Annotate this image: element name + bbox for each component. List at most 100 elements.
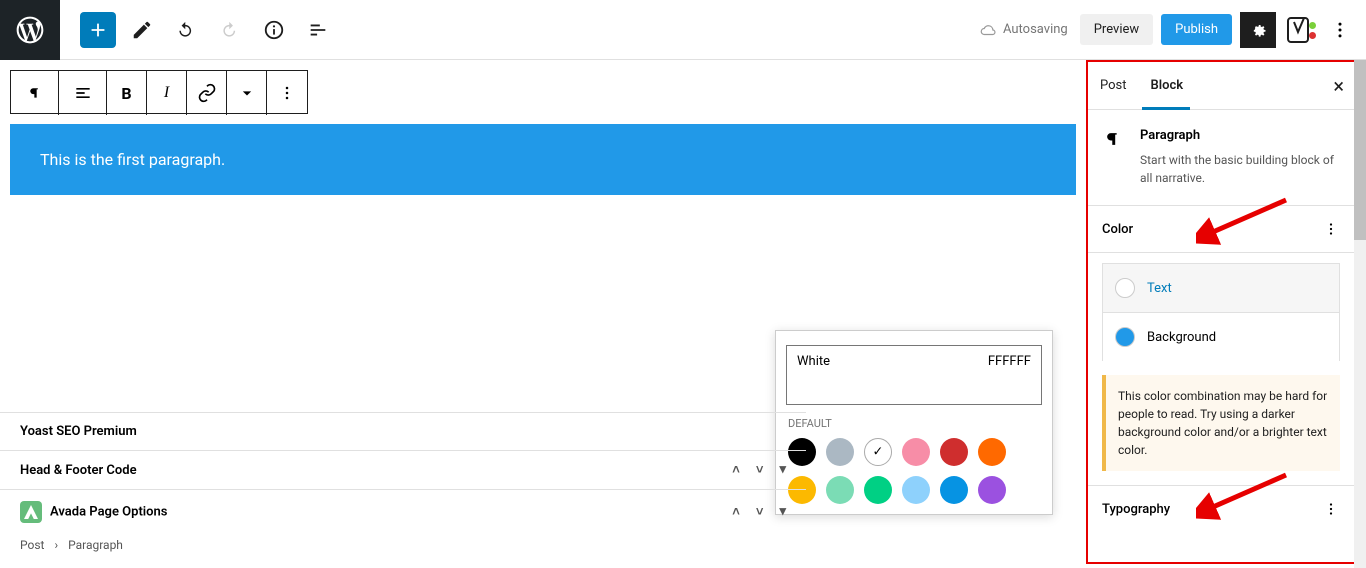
chevron-up-icon[interactable]: ˄ bbox=[732, 504, 740, 520]
breadcrumb-leaf[interactable]: Paragraph bbox=[68, 538, 123, 552]
undo-button[interactable] bbox=[168, 12, 204, 48]
more-formatting-button[interactable] bbox=[227, 71, 267, 115]
color-swatch[interactable] bbox=[826, 476, 854, 504]
color-swatch[interactable] bbox=[902, 438, 930, 466]
autosave-status: Autosaving bbox=[979, 21, 1068, 39]
color-swatch[interactable]: ✓ bbox=[864, 438, 892, 466]
block-toolbar: B I bbox=[10, 70, 308, 114]
block-desc-text: Start with the basic building block of a… bbox=[1140, 151, 1340, 187]
yoast-panel-label: Yoast SEO Premium bbox=[20, 424, 137, 439]
panel-controls: ˄ ˅ ▾ bbox=[732, 462, 786, 478]
info-icon bbox=[263, 19, 285, 41]
chevron-down-icon[interactable]: ˅ bbox=[756, 462, 764, 478]
block-title: Paragraph bbox=[1140, 128, 1340, 143]
bg-color-swatch bbox=[1115, 327, 1135, 347]
typography-panel-label: Typography bbox=[1102, 502, 1170, 517]
hf-panel-header[interactable]: Head & Footer Code ˄ ˅ ▾ bbox=[0, 450, 806, 489]
vertical-scrollbar[interactable] bbox=[1354, 60, 1366, 568]
preview-button[interactable]: Preview bbox=[1080, 14, 1153, 45]
cloud-icon bbox=[979, 21, 997, 39]
publish-button[interactable]: Publish bbox=[1161, 14, 1232, 45]
meta-panels: Yoast SEO Premium Head & Footer Code ˄ ˅… bbox=[0, 412, 806, 556]
typography-panel-header[interactable]: Typography bbox=[1088, 486, 1354, 532]
color-picker-popover: White FFFFFF DEFAULT ✓ bbox=[775, 330, 1053, 515]
outline-button[interactable] bbox=[300, 12, 336, 48]
editor-top-toolbar: Autosaving Preview Publish bbox=[0, 0, 1366, 60]
chevron-down-icon[interactable]: ˅ bbox=[756, 504, 764, 520]
breadcrumb-root[interactable]: Post bbox=[20, 538, 44, 552]
caret-icon[interactable]: ▾ bbox=[779, 462, 786, 478]
edit-mode-button[interactable] bbox=[124, 12, 160, 48]
link-icon bbox=[197, 83, 217, 103]
link-button[interactable] bbox=[187, 71, 227, 115]
bg-color-label: Background bbox=[1147, 330, 1216, 345]
color-swatches: ✓ bbox=[786, 438, 1042, 504]
panel-controls: ˄ ˅ ▾ bbox=[732, 504, 786, 520]
color-swatch[interactable] bbox=[978, 438, 1006, 466]
color-panel-header[interactable]: Color bbox=[1088, 206, 1354, 253]
text-color-swatch bbox=[1115, 278, 1135, 298]
color-swatch[interactable] bbox=[902, 476, 930, 504]
pencil-icon bbox=[131, 19, 153, 41]
color-swatch[interactable] bbox=[940, 476, 968, 504]
tab-block[interactable]: Block bbox=[1139, 64, 1196, 107]
color-swatch[interactable] bbox=[864, 476, 892, 504]
background-color-row[interactable]: Background bbox=[1102, 312, 1340, 361]
block-description: Paragraph Start with the basic building … bbox=[1088, 110, 1354, 206]
dots-vertical-icon bbox=[277, 83, 297, 103]
color-swatch[interactable] bbox=[940, 438, 968, 466]
close-sidebar-button[interactable]: × bbox=[1333, 74, 1344, 98]
paragraph-icon bbox=[25, 83, 45, 103]
paragraph-icon bbox=[1102, 128, 1124, 187]
default-palette-label: DEFAULT bbox=[788, 417, 1042, 430]
scroll-thumb[interactable] bbox=[1354, 60, 1366, 240]
paragraph-block[interactable]: This is the first paragraph. bbox=[10, 124, 1076, 195]
avada-panel-label: Avada Page Options bbox=[50, 504, 168, 519]
yoast-panel-header[interactable]: Yoast SEO Premium bbox=[0, 412, 806, 450]
block-more-button[interactable] bbox=[267, 71, 307, 115]
chevron-down-icon bbox=[237, 83, 257, 103]
align-left-icon bbox=[73, 83, 93, 103]
block-type-button[interactable] bbox=[11, 71, 59, 115]
hf-panel-label: Head & Footer Code bbox=[20, 463, 137, 478]
avada-icon bbox=[20, 501, 42, 523]
sidebar-tabs: Post Block × bbox=[1088, 62, 1354, 110]
block-settings-sidebar: Post Block × Paragraph Start with the ba… bbox=[1086, 60, 1356, 564]
wordpress-logo[interactable] bbox=[0, 0, 60, 60]
color-panel-label: Color bbox=[1102, 222, 1133, 237]
more-options-button[interactable] bbox=[1322, 12, 1358, 48]
bold-icon: B bbox=[121, 84, 131, 103]
color-panel-body: Text Background This color combination m… bbox=[1088, 253, 1354, 486]
list-icon bbox=[307, 19, 329, 41]
color-hex-value: FFFFFF bbox=[988, 354, 1031, 396]
italic-icon: I bbox=[164, 84, 169, 102]
color-hex-field[interactable]: White FFFFFF bbox=[786, 345, 1042, 405]
settings-button[interactable] bbox=[1240, 12, 1276, 48]
breadcrumb: Post › Paragraph bbox=[0, 534, 806, 556]
undo-icon bbox=[175, 19, 197, 41]
text-color-label: Text bbox=[1147, 281, 1172, 296]
tab-post[interactable]: Post bbox=[1088, 64, 1139, 107]
dots-vertical-icon[interactable] bbox=[1322, 500, 1340, 518]
autosave-label: Autosaving bbox=[1003, 22, 1068, 37]
italic-button[interactable]: I bbox=[147, 71, 187, 115]
bold-button[interactable]: B bbox=[107, 71, 147, 115]
contrast-warning: This color combination may be hard for p… bbox=[1102, 375, 1340, 471]
chevron-up-icon[interactable]: ˄ bbox=[732, 462, 740, 478]
avada-panel-header[interactable]: Avada Page Options ˄ ˅ ▾ bbox=[0, 489, 806, 534]
add-block-button[interactable] bbox=[80, 12, 116, 48]
editor-canvas: B I This is the first paragraph. White F… bbox=[0, 60, 1086, 568]
caret-icon[interactable]: ▾ bbox=[779, 504, 786, 520]
align-button[interactable] bbox=[59, 71, 107, 115]
details-button[interactable] bbox=[256, 12, 292, 48]
wordpress-icon bbox=[14, 14, 46, 46]
yoast-icon bbox=[1286, 16, 1314, 44]
plus-icon bbox=[87, 19, 109, 41]
redo-button[interactable] bbox=[212, 12, 248, 48]
color-swatch[interactable] bbox=[978, 476, 1006, 504]
yoast-button[interactable] bbox=[1286, 16, 1314, 44]
text-color-row[interactable]: Text bbox=[1102, 263, 1340, 312]
dots-vertical-icon[interactable] bbox=[1322, 220, 1340, 238]
color-swatch[interactable] bbox=[826, 438, 854, 466]
color-name-label: White bbox=[797, 354, 830, 396]
